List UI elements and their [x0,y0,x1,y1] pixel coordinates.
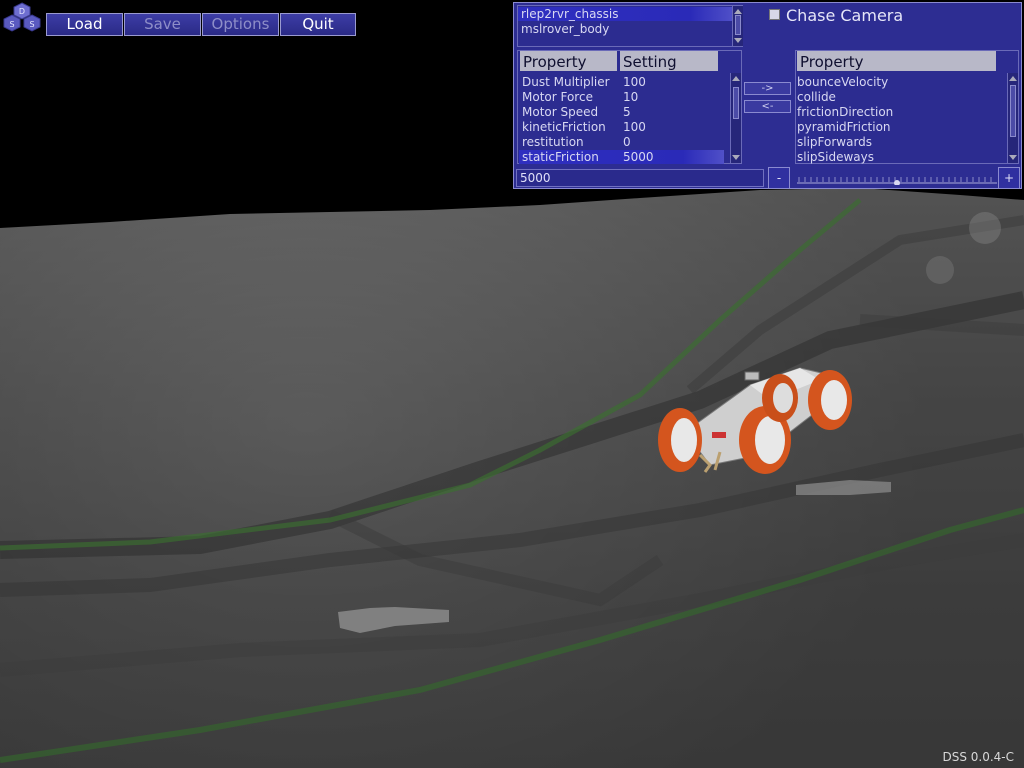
property-setting-cell[interactable]: 100 [623,75,646,89]
available-properties-list[interactable]: Property bounceVelocity collide frictionDi… [795,50,1019,164]
dss-logo: D S S [3,2,41,32]
value-input[interactable]: 5000 [516,169,764,187]
available-property-item[interactable]: collide [797,90,836,104]
available-property-item[interactable]: slipSideways [797,150,874,164]
property-column-header[interactable]: Property [520,51,617,71]
object-list-scrollbar[interactable] [732,6,743,46]
available-property-item[interactable]: frictionDirection [797,105,893,119]
scroll-down-icon[interactable] [732,155,740,160]
scroll-down-icon[interactable] [734,38,742,43]
available-property-header[interactable]: Property [797,51,996,71]
scroll-up-icon[interactable] [734,9,742,14]
property-name-cell[interactable]: restitution [522,135,584,149]
property-name-cell[interactable]: staticFriction [522,150,599,164]
scroll-thumb[interactable] [735,15,741,35]
chase-camera-label: Chase Camera [786,6,904,25]
scroll-up-icon[interactable] [732,76,740,81]
property-setting-cell[interactable]: 0 [623,135,631,149]
property-name-cell[interactable]: kineticFriction [522,120,606,134]
logo-letter-d: D [19,7,25,16]
properties-panel: rlep2rvr_chassis mslrover_body Chase Cam… [513,2,1022,189]
chase-camera-checkbox[interactable] [769,9,780,20]
options-button[interactable]: Options [202,13,279,36]
scroll-thumb[interactable] [1010,85,1016,137]
value-slider[interactable] [797,175,997,185]
property-name-cell[interactable]: Motor Speed [522,105,598,119]
object-list[interactable]: rlep2rvr_chassis mslrover_body [517,5,743,47]
property-setting-cell[interactable]: 100 [623,120,646,134]
property-setting-cell[interactable]: 5000 [623,150,654,164]
object-item-chassis[interactable]: rlep2rvr_chassis [518,7,733,21]
property-name-cell[interactable]: Dust Multiplier [522,75,610,89]
quit-button[interactable]: Quit [280,13,356,36]
available-scrollbar[interactable] [1007,73,1018,163]
scroll-down-icon[interactable] [1009,155,1017,160]
save-button[interactable]: Save [124,13,201,36]
scroll-up-icon[interactable] [1009,76,1017,81]
available-property-item[interactable]: bounceVelocity [797,75,888,89]
setting-column-header[interactable]: Setting [620,51,718,71]
rover-model[interactable] [650,360,865,485]
property-setting-cell[interactable]: 5 [623,105,631,119]
remove-property-button[interactable]: <- [744,100,791,113]
load-button[interactable]: Load [46,13,123,36]
increment-button[interactable]: + [998,167,1020,189]
logo-letter-s2: S [29,20,34,29]
properties-scrollbar[interactable] [730,73,741,163]
property-setting-cell[interactable]: 10 [623,90,638,104]
logo-letter-s1: S [9,20,14,29]
add-property-button[interactable]: -> [744,82,791,95]
property-name-cell[interactable]: Motor Force [522,90,593,104]
decrement-button[interactable]: - [768,167,790,189]
properties-table[interactable]: Property Setting Dust Multiplier 100 Motor… [517,50,742,164]
version-label: DSS 0.0.4-C [942,750,1014,764]
available-property-item[interactable]: pyramidFriction [797,120,891,134]
scroll-thumb[interactable] [733,87,739,119]
available-property-item[interactable]: slipForwards [797,135,872,149]
object-item-body[interactable]: mslrover_body [518,22,609,36]
